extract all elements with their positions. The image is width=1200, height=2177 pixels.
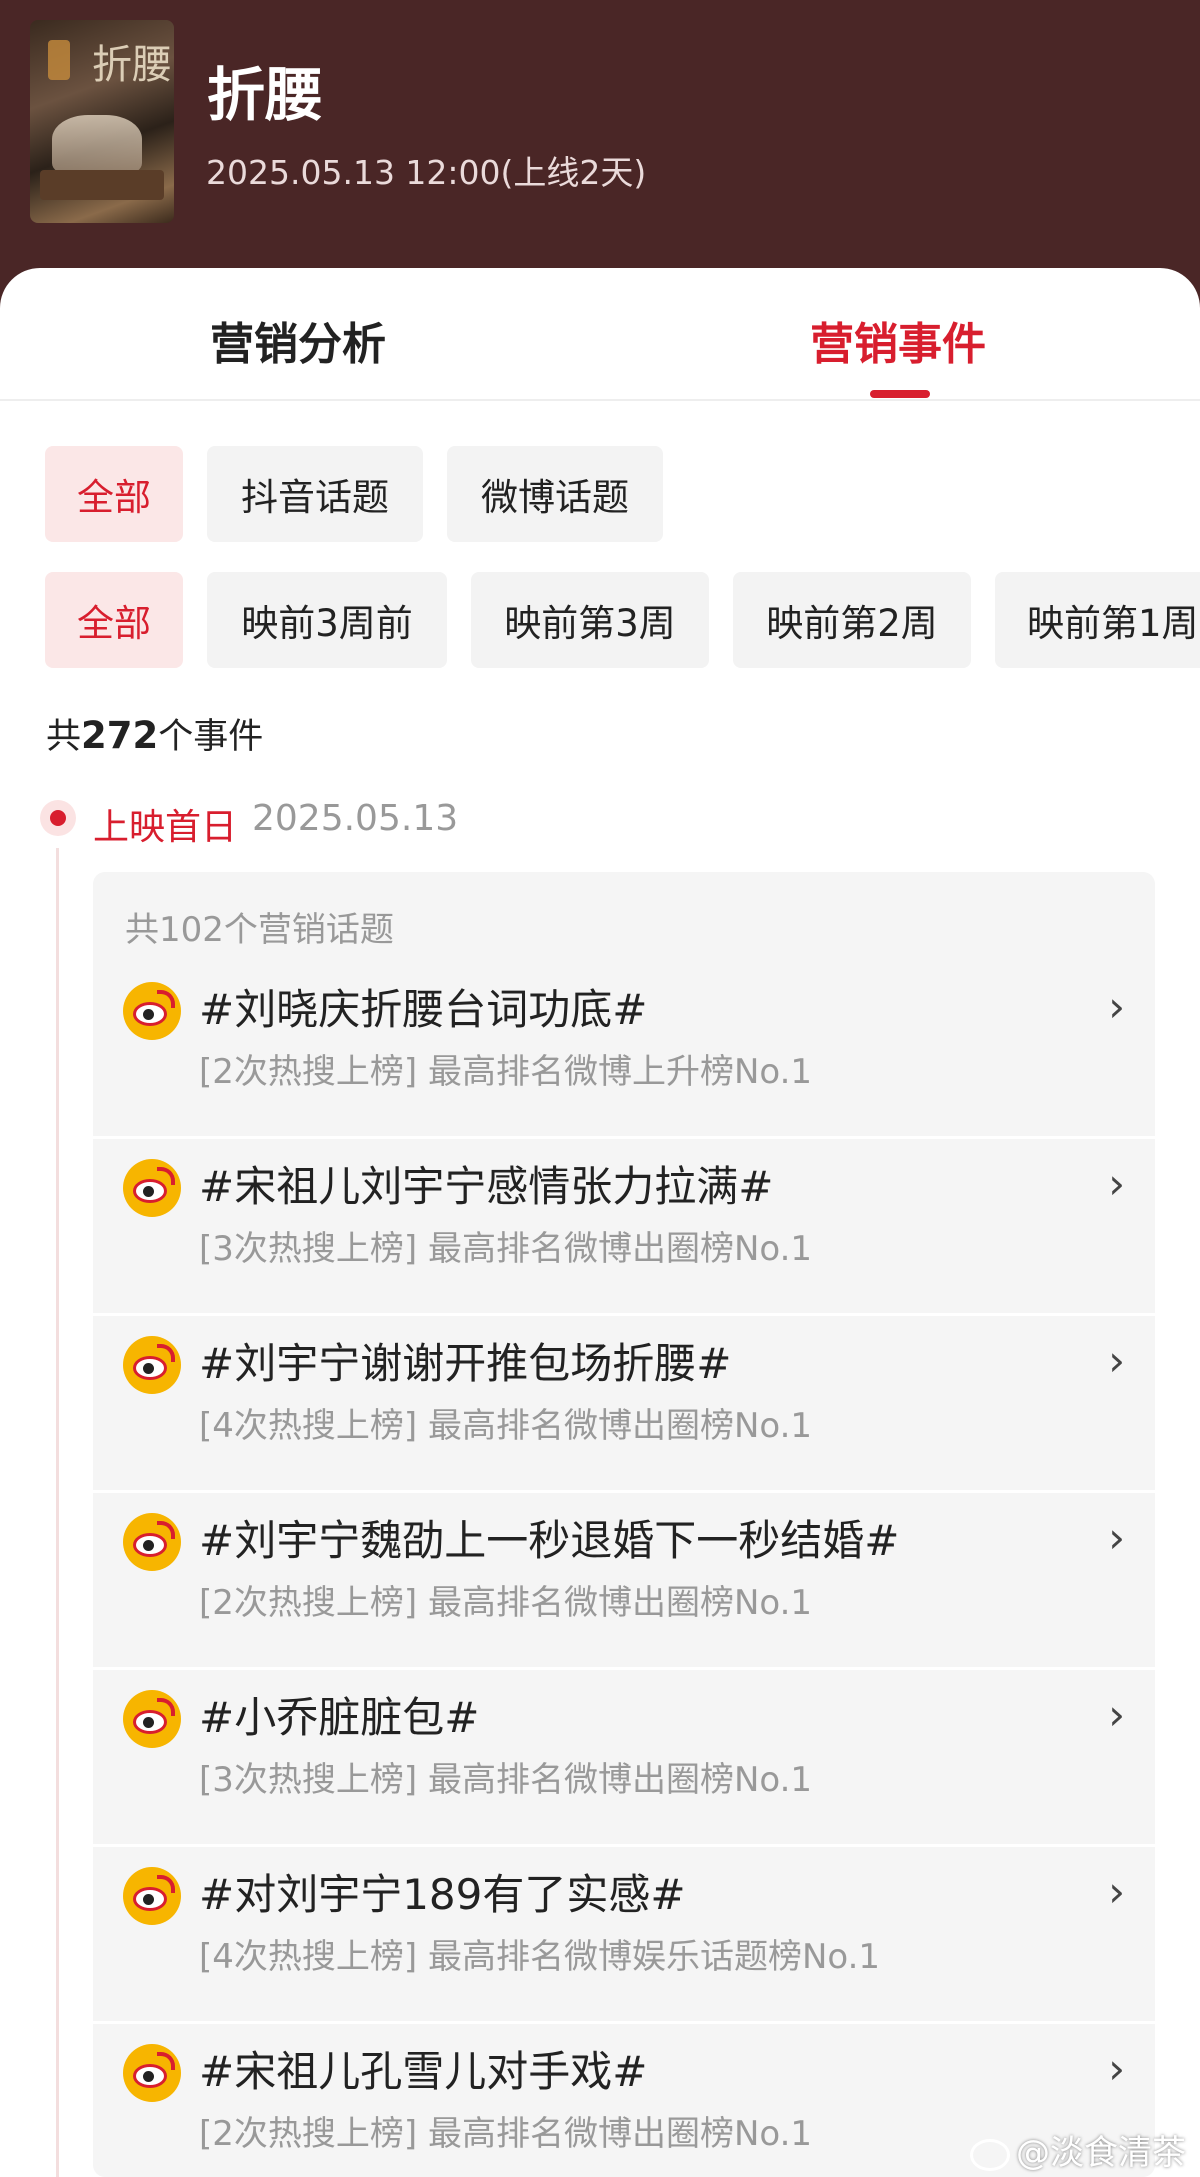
content-sheet: 营销分析 营销事件 全部 抖音话题 微博话题 全部 映前3周前 映前第3周 映前… — [0, 268, 1200, 2177]
topic-meta: [2次热搜上榜] 最高排名微博出圈榜No.1 — [199, 2114, 813, 2154]
topic-title: #刘宇宁魏劭上一秒退婚下一秒结婚# — [199, 1516, 900, 1565]
filter-time-week-3[interactable]: 映前第3周 — [471, 572, 709, 668]
header: 折腰 折腰 2025.05.13 12:00(上线2天) — [0, 0, 1200, 300]
topic-meta: [4次热搜上榜] 最高排名微博娱乐话题榜No.1 — [199, 1937, 881, 1977]
topic-row[interactable]: #刘宇宁魏劭上一秒退婚下一秒结婚# [2次热搜上榜] 最高排名微博出圈榜No.1… — [93, 1493, 1155, 1670]
watermark: @淡食清茶 — [970, 2125, 1186, 2174]
chevron-right-icon: › — [1108, 1513, 1125, 1562]
chevron-right-icon: › — [1108, 1867, 1125, 1916]
weibo-icon — [123, 2044, 181, 2102]
timeline-dot — [50, 810, 66, 826]
topic-title: #宋祖儿刘宇宁感情张力拉满# — [199, 1162, 774, 1211]
topic-row[interactable]: #小乔脏脏包# [3次热搜上榜] 最高排名微博出圈榜No.1 › — [93, 1670, 1155, 1847]
weibo-icon — [123, 1336, 181, 1394]
tab-marketing-analysis[interactable]: 营销分析 — [210, 308, 386, 372]
filter-time-all[interactable]: 全部 — [45, 572, 183, 668]
weibo-icon — [123, 1159, 181, 1217]
topic-meta: [3次热搜上榜] 最高排名微博出圈榜No.1 — [199, 1760, 813, 1800]
topic-meta: [2次热搜上榜] 最高排名微博出圈榜No.1 — [199, 1583, 813, 1623]
poster-title-art: 折腰 — [92, 42, 172, 88]
topic-row[interactable]: #刘晓庆折腰台词功底# [2次热搜上榜] 最高排名微博上升榜No.1 › — [93, 962, 1155, 1139]
topic-meta: [3次热搜上榜] 最高排名微博出圈榜No.1 — [199, 1229, 813, 1269]
weibo-icon — [123, 1867, 181, 1925]
filter-source-douyin[interactable]: 抖音话题 — [207, 446, 423, 542]
event-count: 共272个事件 — [46, 708, 263, 759]
timeline-date: 2025.05.13 — [252, 798, 459, 839]
topic-title: #宋祖儿孔雪儿对手戏# — [199, 2047, 648, 2096]
topic-title: #小乔脏脏包# — [199, 1693, 480, 1742]
topic-row[interactable]: #宋祖儿刘宇宁感情张力拉满# [3次热搜上榜] 最高排名微博出圈榜No.1 › — [93, 1139, 1155, 1316]
weibo-watermark-icon — [970, 2138, 1010, 2171]
poster-table — [40, 170, 164, 200]
topic-meta: [4次热搜上榜] 最高排名微博出圈榜No.1 — [199, 1406, 813, 1446]
poster-image[interactable]: 折腰 — [30, 20, 174, 223]
active-tab-indicator — [870, 390, 930, 398]
poster-figure — [52, 115, 142, 175]
topic-title: #刘宇宁谢谢开推包场折腰# — [199, 1339, 732, 1388]
tab-bar: 营销分析 营销事件 — [0, 268, 1200, 401]
topic-row[interactable]: #对刘宇宁189有了实感# [4次热搜上榜] 最高排名微博娱乐话题榜No.1 › — [93, 1847, 1155, 2024]
page-title: 折腰 — [207, 61, 324, 129]
watermark-text: @淡食清茶 — [1016, 2133, 1186, 2173]
filter-source-all[interactable]: 全部 — [45, 446, 183, 542]
filter-time-week-2[interactable]: 映前第2周 — [733, 572, 971, 668]
poster-lamp — [48, 40, 70, 80]
release-date: 2025.05.13 12:00(上线2天) — [206, 153, 647, 192]
topic-title: #对刘宇宁189有了实感# — [199, 1870, 686, 1919]
filter-source-weibo[interactable]: 微博话题 — [447, 446, 663, 542]
timeline-line — [56, 848, 59, 2177]
weibo-icon — [123, 982, 181, 1040]
weibo-icon — [123, 1513, 181, 1571]
topic-title: #刘晓庆折腰台词功底# — [199, 985, 648, 1034]
tab-marketing-events[interactable]: 营销事件 — [810, 308, 986, 372]
topic-meta: [2次热搜上榜] 最高排名微博上升榜No.1 — [199, 1052, 813, 1092]
filter-time-before-3w[interactable]: 映前3周前 — [207, 572, 447, 668]
chevron-right-icon: › — [1108, 1690, 1125, 1739]
topic-row[interactable]: #刘宇宁谢谢开推包场折腰# [4次热搜上榜] 最高排名微博出圈榜No.1 › — [93, 1316, 1155, 1493]
event-count-prefix: 共 — [46, 717, 82, 757]
weibo-icon — [123, 1690, 181, 1748]
topic-card: 共102个营销话题 #刘晓庆折腰台词功底# [2次热搜上榜] 最高排名微博上升榜… — [93, 872, 1155, 2177]
chevron-right-icon: › — [1108, 2044, 1125, 2093]
event-count-suffix: 个事件 — [158, 717, 264, 757]
event-count-value: 272 — [81, 714, 159, 757]
topic-count: 共102个营销话题 — [125, 910, 394, 950]
chevron-right-icon: › — [1108, 1159, 1125, 1208]
chevron-right-icon: › — [1108, 1336, 1125, 1385]
chevron-right-icon: › — [1108, 982, 1125, 1031]
filter-time-week-1[interactable]: 映前第1周 — [995, 572, 1200, 668]
timeline-label: 上映首日 — [93, 807, 238, 848]
